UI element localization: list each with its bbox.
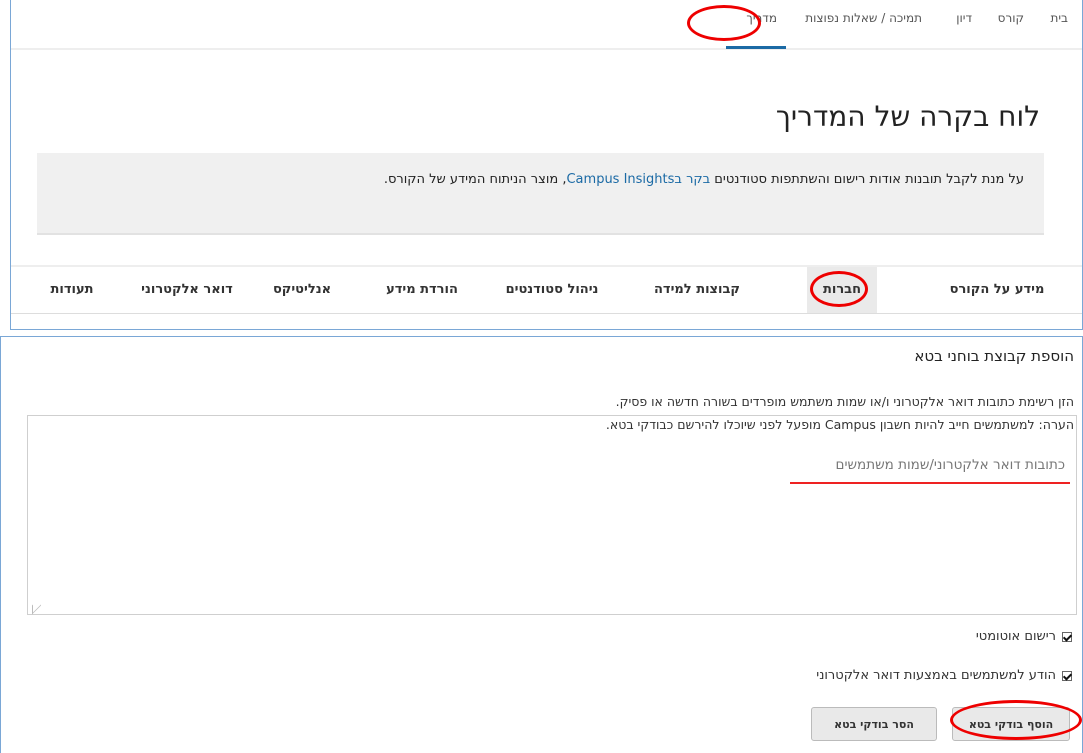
instructor-tabs: מידע על הקורס חברות קבוצות למידה ניהול ס… xyxy=(11,265,1082,314)
nav-home[interactable]: בית xyxy=(1050,11,1068,25)
course-shell: בית קורס דיון תמיכה / שאלות נפוצות מדריך… xyxy=(10,0,1083,330)
tab-cohorts[interactable]: קבוצות למידה xyxy=(642,267,752,313)
banner-text: על מנת לקבל תובנות אודות רישום והשתתפות … xyxy=(384,172,1024,187)
beta-testers-textarea[interactable]: כתובות דואר אלקטרוני/שמות משתמשים xyxy=(27,415,1077,615)
notify-row[interactable]: הודע למשתמשים באמצעות דואר אלקטרוני xyxy=(816,668,1072,683)
nav-support-faq[interactable]: תמיכה / שאלות נפוצות xyxy=(805,11,922,25)
tab-email[interactable]: דואר אלקטרוני xyxy=(132,267,242,313)
notify-checkbox[interactable] xyxy=(1062,670,1072,681)
tab-membership[interactable]: חברות xyxy=(807,267,877,313)
auto-enroll-checkbox[interactable] xyxy=(1062,631,1072,642)
tab-certificates[interactable]: תעודות xyxy=(32,267,112,313)
notify-label: הודע למשתמשים באמצעות דואר אלקטרוני xyxy=(816,668,1056,683)
top-navigation: בית קורס דיון תמיכה / שאלות נפוצות מדריך xyxy=(11,0,1082,50)
tab-course-info[interactable]: מידע על הקורס xyxy=(932,267,1062,313)
tab-student-admin[interactable]: ניהול סטודנטים xyxy=(487,267,617,313)
textarea-placeholder: כתובות דואר אלקטרוני/שמות משתמשים xyxy=(835,457,1065,473)
nav-course[interactable]: קורס xyxy=(998,11,1024,25)
campus-insights-link[interactable]: בקר בCampus Insights xyxy=(566,172,710,187)
tab-analytics[interactable]: אנליטיקס xyxy=(257,267,347,313)
banner-text-before: על מנת לקבל תובנות אודות רישום והשתתפות … xyxy=(714,172,1024,187)
auto-enroll-label: רישום אוטומטי xyxy=(975,629,1056,644)
tab-data-download[interactable]: הורדת מידע xyxy=(372,267,472,313)
nav-discussion[interactable]: דיון xyxy=(956,11,972,25)
beta-section-title: הוספת קבוצת בוחני בטא xyxy=(914,347,1074,365)
auto-enroll-row[interactable]: רישום אוטומטי xyxy=(976,629,1072,644)
page-title: לוח בקרה של המדריך xyxy=(775,100,1040,133)
nav-instructor[interactable]: מדריך xyxy=(746,11,777,25)
beta-instructions: הזן רשימת כתובות דואר אלקטרוני ו/או שמות… xyxy=(615,394,1074,409)
insights-banner: על מנת לקבל תובנות אודות רישום והשתתפות … xyxy=(37,153,1044,235)
banner-text-after: , מוצר הניתוח המידע של הקורס. xyxy=(383,172,567,187)
resize-handle-icon[interactable] xyxy=(32,596,41,615)
nav-active-indicator xyxy=(726,46,786,49)
beta-testers-panel: הוספת קבוצת בוחני בטא הזן רשימת כתובות ד… xyxy=(0,336,1083,753)
annotation-underline xyxy=(790,482,1070,484)
add-beta-testers-button[interactable]: הוסף בודקי בטא xyxy=(952,707,1070,741)
remove-beta-testers-button[interactable]: הסר בודקי בטא xyxy=(811,707,937,741)
